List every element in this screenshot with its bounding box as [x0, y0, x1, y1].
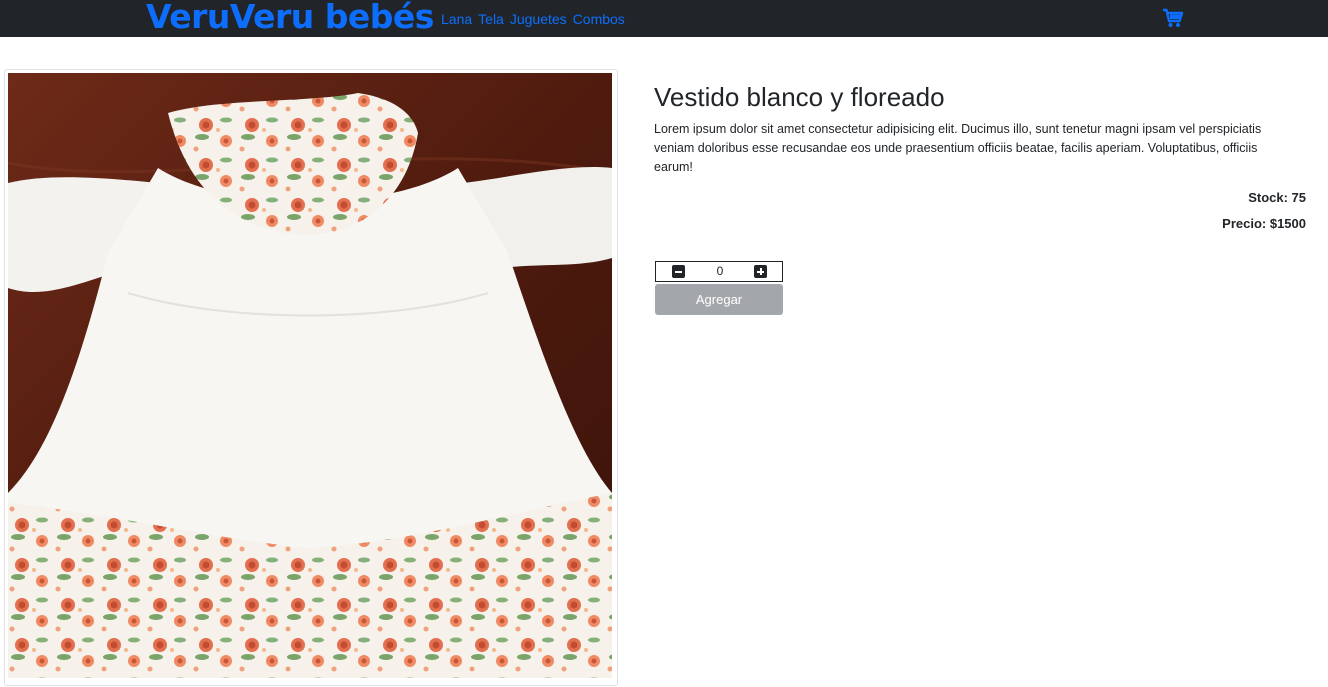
brand-logo[interactable]: VeruVeru bebés [146, 0, 434, 36]
nav-link-lana[interactable]: Lana [441, 11, 472, 27]
product-photo [8, 73, 612, 678]
minus-square-icon[interactable] [672, 265, 685, 278]
product-description: Lorem ipsum dolor sit amet consectetur a… [654, 122, 1262, 174]
product-image [4, 69, 618, 686]
navbar: VeruVeru bebés Lana Tela Juguetes Combos [0, 0, 1328, 37]
stock-label: Stock: 75 [1248, 190, 1306, 205]
nav-link-tela[interactable]: Tela [478, 11, 504, 27]
plus-square-icon[interactable] [754, 265, 767, 278]
quantity-value: 0 [716, 264, 724, 278]
nav-link-combos[interactable]: Combos [573, 11, 625, 27]
add-to-cart-button[interactable]: Agregar [655, 284, 783, 315]
price-label: Precio: $1500 [1222, 216, 1306, 231]
quantity-stepper: 0 [655, 261, 783, 282]
nav-link-juguetes[interactable]: Juguetes [510, 11, 567, 27]
nav-links: Lana Tela Juguetes Combos [441, 11, 625, 27]
cart-icon[interactable] [1162, 8, 1184, 28]
product-title: Vestido blanco y floreado [654, 82, 945, 112]
